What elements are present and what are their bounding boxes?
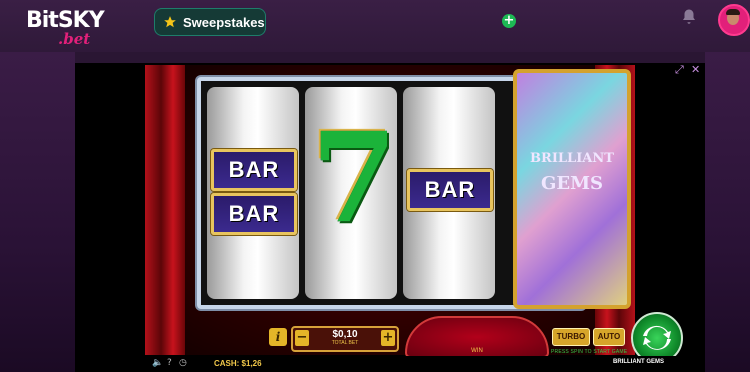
win-display: WIN xyxy=(405,316,549,358)
clock-icon[interactable]: ◷ xyxy=(179,358,187,368)
slot-stage: BAR BAR 7 BAR BRILLIANT GEMS i − $0,10 T… xyxy=(145,65,683,364)
turbo-button[interactable]: TURBO xyxy=(552,328,590,346)
speaker-icon[interactable]: 🔈 xyxy=(152,358,163,368)
sweepstakes-label: Sweepstakes xyxy=(183,14,265,30)
bet-selector: − $0,10 TOTAL BET + xyxy=(291,326,399,352)
gem-title-line1: BRILLIANT xyxy=(530,151,614,166)
game-window-controls: ⤢ ✕ xyxy=(675,64,701,75)
cash-balance: CASH: $1,26 xyxy=(214,359,262,368)
help-button[interactable]: ? xyxy=(167,358,172,368)
curtain-left xyxy=(145,65,185,355)
reel-2: 7 xyxy=(305,87,397,299)
gem-title-line2: GEMS xyxy=(540,173,603,194)
bell-icon[interactable] xyxy=(680,8,698,26)
top-bar: BitSKY .bet Sweepstakes + xyxy=(0,0,750,52)
fullscreen-icon[interactable]: ⤢ xyxy=(675,64,685,75)
bet-label: TOTAL BET xyxy=(331,340,359,346)
auto-button[interactable]: AUTO xyxy=(593,328,625,346)
background-left xyxy=(0,52,75,372)
bet-value: $0,10 xyxy=(332,329,358,340)
win-label: WIN xyxy=(471,348,483,354)
seven-symbol: 7 xyxy=(311,106,398,251)
site-logo[interactable]: BitSKY .bet xyxy=(18,6,118,48)
user-avatar[interactable] xyxy=(718,4,750,36)
brilliant-gems-wild-reel: BRILLIANT GEMS xyxy=(513,69,631,309)
game-status-bar: 🔈 ? ◷ CASH: $1,26 BRILLIANT GEMS xyxy=(75,356,705,372)
reel-1: BAR BAR xyxy=(207,87,299,299)
reel-3: BAR xyxy=(403,87,495,299)
refresh-icon xyxy=(643,325,671,350)
game-name: BRILLIANT GEMS xyxy=(613,359,664,365)
close-icon[interactable]: ✕ xyxy=(691,64,701,75)
info-button[interactable]: i xyxy=(269,328,287,346)
avatar-hair xyxy=(726,9,740,15)
bet-plus-button[interactable]: + xyxy=(381,330,395,346)
bar-symbol: BAR xyxy=(407,169,493,211)
logo-text-bottom: .bet xyxy=(58,30,91,48)
bar-symbol-label: BAR xyxy=(228,201,280,226)
bar-symbol-label: BAR xyxy=(424,177,476,202)
control-panel: i − $0,10 TOTAL BET + WIN TURBO AUTO PRE… xyxy=(269,312,719,364)
sweepstakes-button[interactable]: Sweepstakes xyxy=(154,8,266,36)
plus-circle-icon[interactable]: + xyxy=(502,14,516,28)
star-icon xyxy=(164,16,176,28)
bar-symbol: BAR xyxy=(211,193,297,235)
bet-minus-button[interactable]: − xyxy=(295,330,309,346)
bar-symbol: BAR xyxy=(211,149,297,191)
spin-prompt: PRESS SPIN TO START GAME xyxy=(551,349,628,355)
bar-symbol-label: BAR xyxy=(228,157,280,182)
game-frame: ⤢ ✕ BAR BAR 7 BAR BRILLIANT GEMS i − $0,… xyxy=(75,63,705,372)
